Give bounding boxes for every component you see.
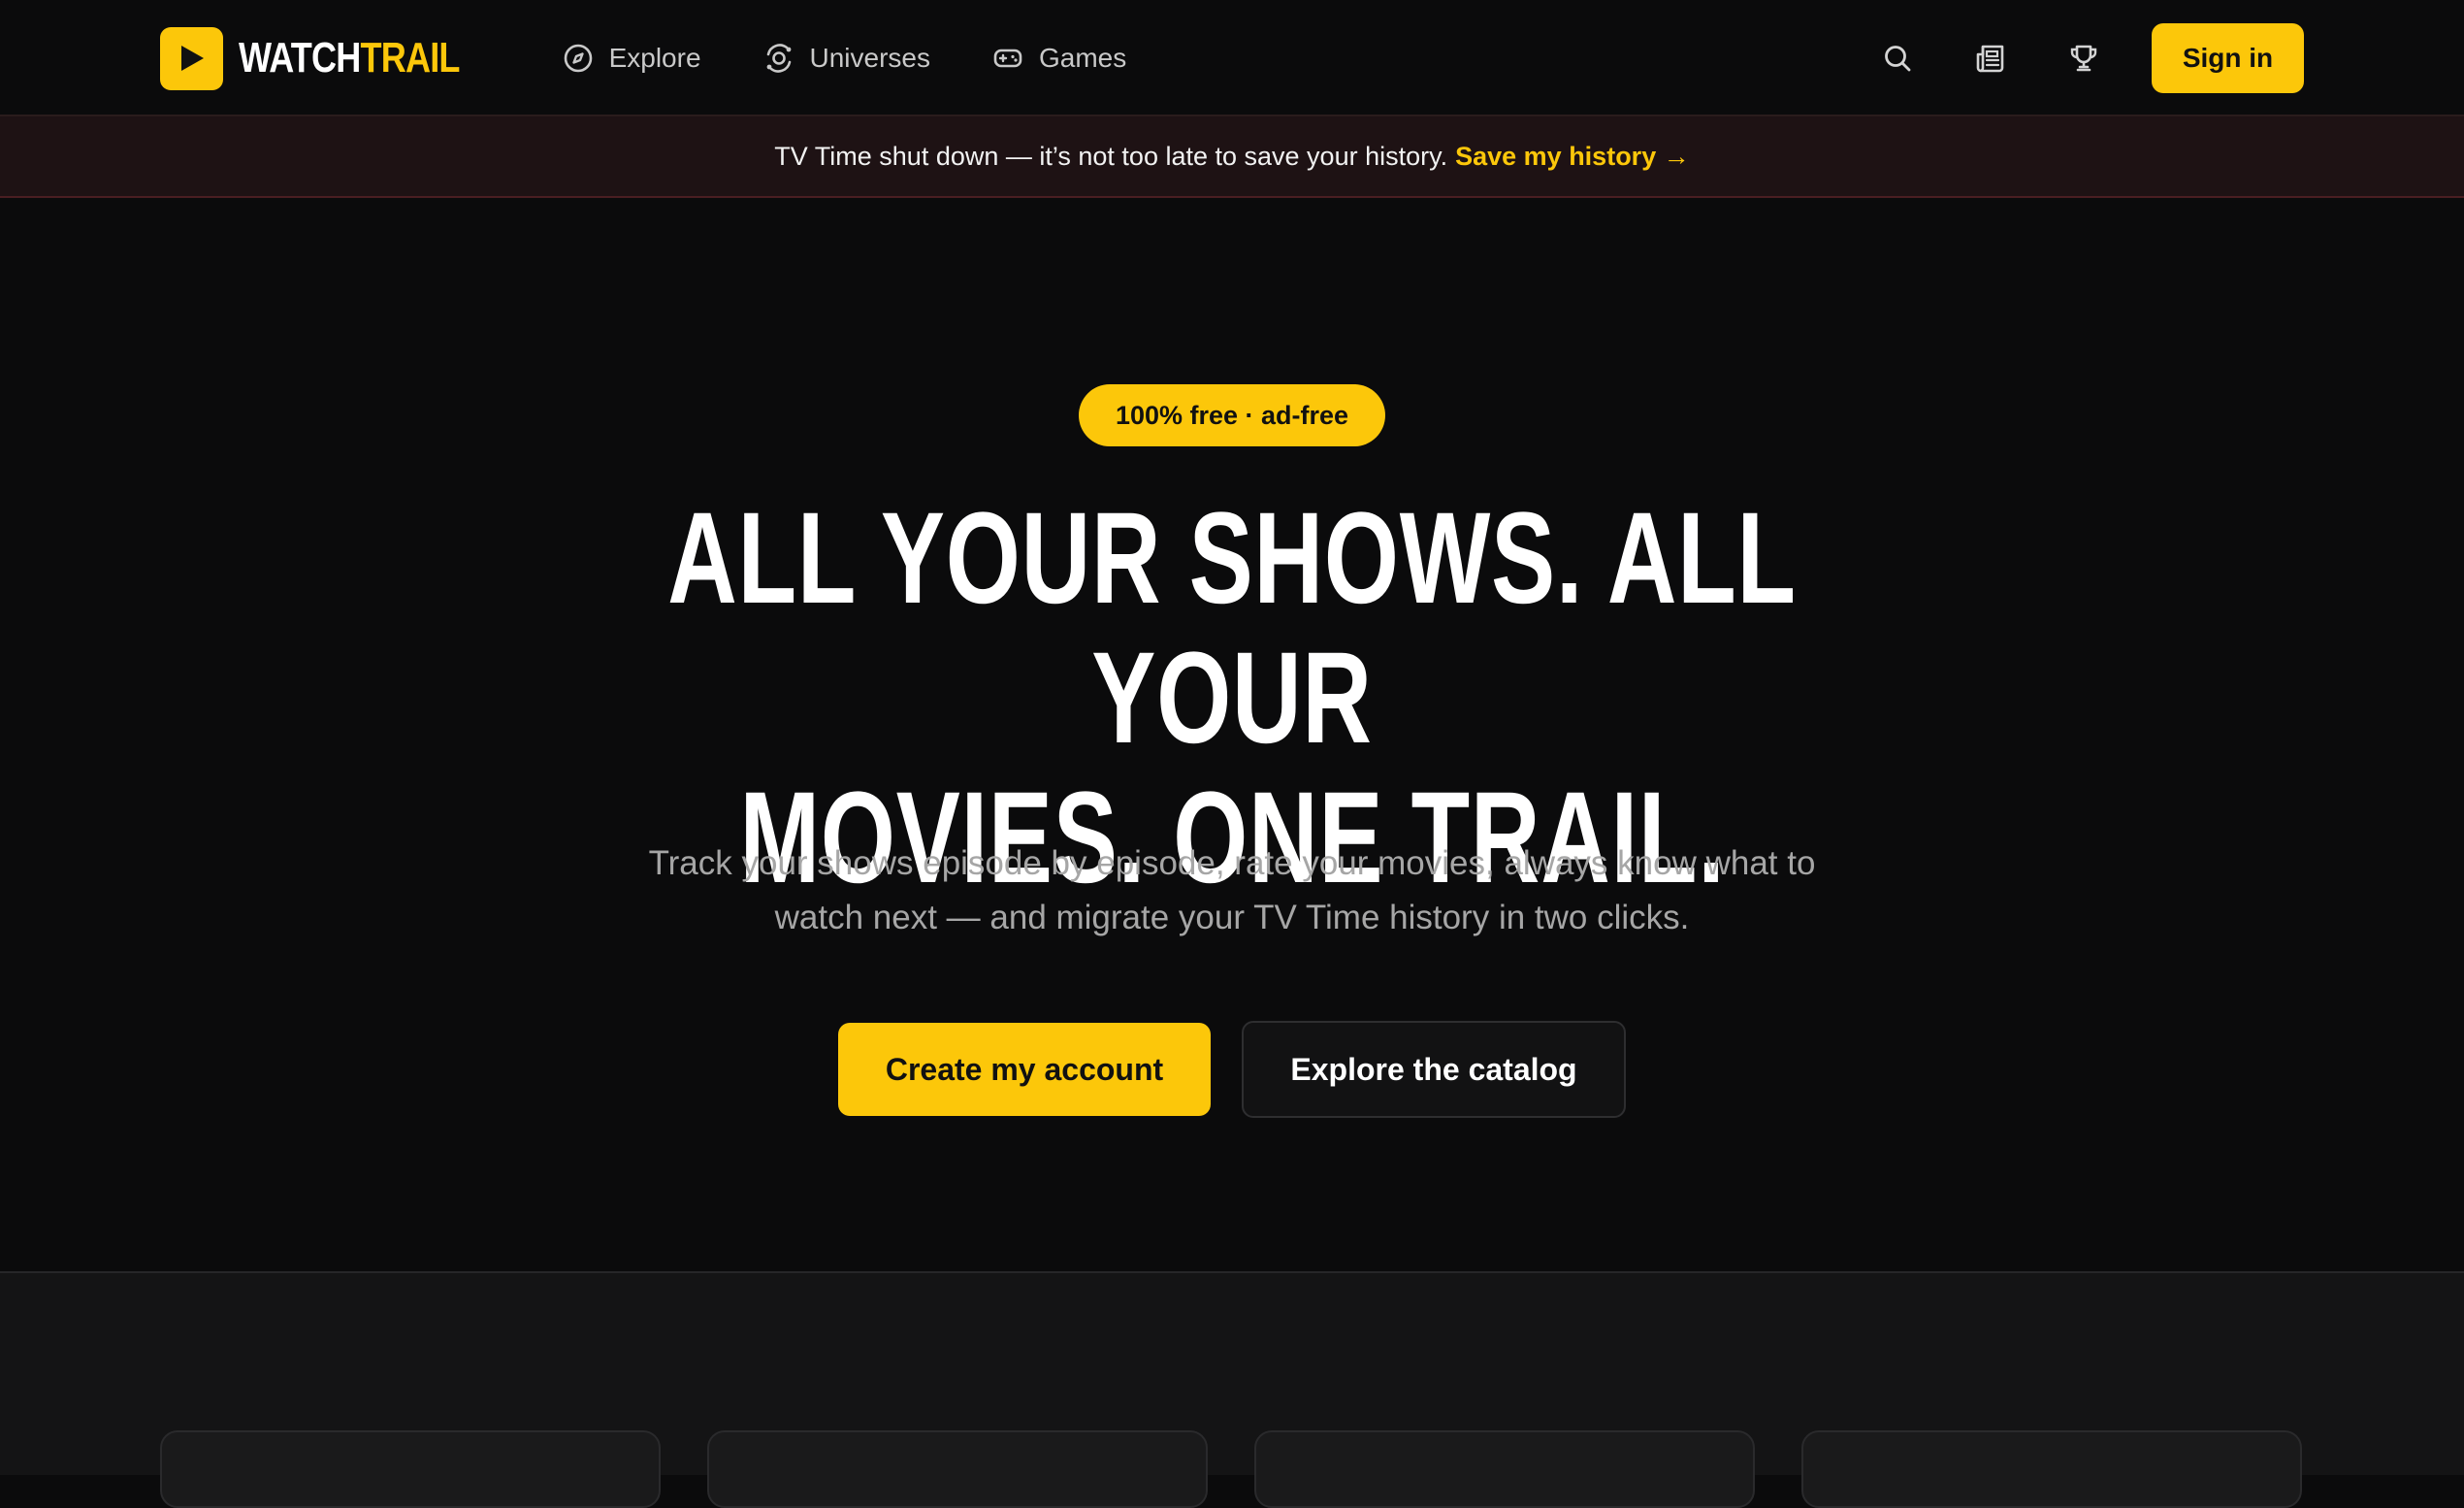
sign-in-button[interactable]: Sign in [2152,23,2304,93]
nav-games-link[interactable]: Games [992,43,1126,74]
nav-universes-label: Universes [809,43,930,73]
gamepad-icon [993,49,1022,68]
compass-icon [564,44,592,73]
logo[interactable]: WATCHTRAIL [160,26,508,90]
nav-links: Explore Universes Games [563,43,1189,74]
feature-card [707,1430,1208,1508]
feature-card [1801,1430,2302,1508]
search-icon [1885,46,1911,72]
nav-explore-label: Explore [608,43,701,73]
banner-text: TV Time shut down — it’s not too late to… [774,141,1448,171]
orbit-icon [766,44,791,73]
nav-inner: WATCHTRAIL Explore Universes Games Sign … [160,0,2304,116]
nav-games-label: Games [1039,43,1127,73]
features-section [0,1271,2464,1508]
search-button[interactable] [1876,37,1919,80]
hero-subtitle: Track your shows episode by episode, rat… [553,836,1911,945]
create-account-button[interactable]: Create my account [838,1023,1211,1116]
top-navigation: WATCHTRAIL Explore Universes Games Sign … [0,0,2464,116]
play-logo-icon [160,26,223,90]
feature-card [160,1430,661,1508]
save-history-link[interactable]: Save my history → [1455,142,1690,172]
headline-line-1: ALL YOUR SHOWS. ALL YOUR [667,486,1797,770]
migration-banner: TV Time shut down — it’s not too late to… [0,116,2464,198]
logo-wordmark: WATCHTRAIL [239,34,460,82]
feature-card [1254,1430,1755,1508]
nav-explore-link[interactable]: Explore [563,43,701,74]
logo-word-watch: WATCH [239,34,361,82]
trophy-button[interactable] [2062,37,2105,80]
trophy-icon [2070,45,2097,72]
news-icon [1976,45,2004,73]
news-button[interactable] [1969,37,2012,80]
nav-universes-link[interactable]: Universes [763,43,930,74]
subtitle-line-1: Track your shows episode by episode, rat… [648,844,1816,882]
logo-word-trail: TRAIL [360,34,460,82]
hero-section: 100% free · ad-free ALL YOUR SHOWS. ALL … [0,198,2464,1273]
explore-catalog-button[interactable]: Explore the catalog [1242,1021,1626,1118]
nav-actions: Sign in [1826,23,2304,93]
subtitle-line-2: watch next — and migrate your TV Time hi… [774,899,1690,936]
free-badge: 100% free · ad-free [1079,384,1385,446]
